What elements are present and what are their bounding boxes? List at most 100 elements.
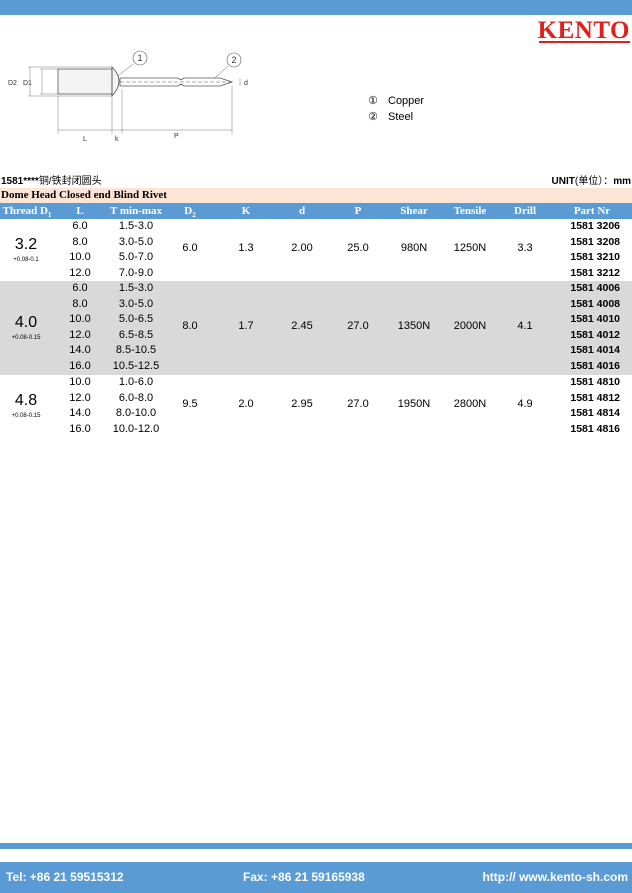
legend-number: ② (368, 110, 378, 123)
col-k: K (241, 205, 251, 217)
callout-2-number: 2 (232, 55, 237, 65)
p-label: P (174, 133, 179, 140)
cell-d2: 9.5 (182, 398, 198, 410)
cell-t: 1.5-3.0 (118, 220, 154, 232)
cell-part: 1581 4814 (570, 407, 620, 420)
cell-l: 6.0 (72, 220, 88, 232)
legend-label: Copper (388, 95, 425, 107)
cell-d2: 6.0 (182, 242, 198, 254)
d1-label: D1 (23, 80, 32, 87)
cell-part: 1581 4012 (570, 328, 620, 341)
legend-item-steel: ② Steel (368, 109, 424, 125)
legend-label: Steel (388, 111, 414, 123)
table-header: Thread D1 L T min-max D2 K d P Shear Ten… (0, 203, 632, 219)
cell-l: 10.0 (69, 376, 91, 388)
cell-d: 2.00 (291, 242, 313, 254)
footer: Tel: +86 21 59515312 Fax: +86 21 5916593… (0, 862, 632, 893)
group-4-0: 4.0 +0.08-0.15 6.0 1.5-3.0 1581 4006 8.0… (0, 281, 632, 375)
col-drill: Drill (514, 205, 536, 217)
legend-item-copper: ① Copper (368, 93, 424, 109)
cell-t: 8.5-10.5 (115, 344, 157, 357)
unit-text: UNIT (551, 176, 575, 187)
unit-value: mm (613, 176, 631, 187)
cell-t: 8.0-10.0 (115, 407, 157, 420)
table-row: 6.0 1.5-3.0 1581 4006 (0, 281, 632, 297)
cell-k: 1.7 (238, 320, 254, 332)
cell-tensile: 2000N (453, 320, 487, 332)
rivet-diagram: D2 D1 d L k P 1 2 (8, 50, 248, 143)
title-row: 1581****铜/铁封闭圆头 UNIT(单位）：mm (0, 172, 632, 187)
l-label: L (83, 136, 87, 143)
cell-l: 14.0 (69, 407, 91, 420)
cell-shear: 1950N (397, 398, 431, 410)
col-p: P (354, 205, 362, 217)
cell-part: 1581 4010 (570, 313, 620, 326)
cell-drill: 4.1 (517, 320, 533, 332)
cell-l: 10.0 (69, 251, 91, 264)
table-row: 12.0 7.0-9.0 1581 3212 (0, 266, 632, 282)
cell-t: 3.0-5.0 (118, 235, 154, 248)
rivet-body (57, 68, 113, 95)
cell-p: 27.0 (347, 398, 369, 410)
footer-fax: Fax: +86 21 59165938 (243, 870, 365, 884)
table-row: 8.0 3.0-5.0 1581 4008 (0, 297, 632, 313)
d2-label: D2 (8, 80, 17, 87)
cell-l: 16.0 (69, 422, 91, 435)
cell-drill: 4.9 (517, 398, 533, 410)
kento-logo: KENTO (537, 17, 630, 44)
product-name-cn: 铜/铁封闭圆头 (38, 176, 102, 187)
cell-part: 1581 4006 (570, 282, 620, 294)
cell-t: 5.0-6.5 (118, 313, 154, 326)
table-row: 6.0 1.5-3.0 1581 3206 (0, 219, 632, 235)
footer-website-link[interactable]: http:// www.kento-sh.com (482, 862, 628, 893)
cell-l: 8.0 (72, 235, 88, 248)
cell-part: 1581 3210 (570, 251, 620, 264)
cell-l: 12.0 (69, 266, 91, 279)
logo-underline (539, 41, 630, 43)
group-3-2: 3.2 +0.08-0.1 6.0 1.5-3.0 1581 3206 8.0 … (0, 219, 632, 281)
product-subtitle: Dome Head Closed end Blind Rivet (0, 188, 632, 203)
cell-shear: 980N (400, 242, 428, 254)
cell-t: 6.0-8.0 (118, 391, 154, 404)
callout-1-number: 1 (138, 53, 143, 63)
cell-k: 1.3 (238, 242, 254, 254)
cell-part: 1581 4810 (570, 376, 620, 388)
col-part: Part Nr (573, 205, 611, 217)
cell-k: 2.0 (238, 398, 254, 410)
cell-t: 10.5-12.5 (112, 360, 160, 372)
d-label: d (244, 80, 248, 87)
bottom-rule (0, 843, 632, 849)
cell-t: 7.0-9.0 (118, 266, 154, 279)
rivet-head (111, 66, 120, 98)
col-shear: Shear (400, 205, 428, 217)
col-l: L (76, 205, 84, 217)
cell-part: 1581 3208 (570, 235, 620, 248)
cell-l: 14.0 (69, 344, 91, 357)
table-row: 16.0 10.5-12.5 1581 4016 (0, 359, 632, 375)
cell-l: 12.0 (69, 328, 91, 341)
group-4-8: 4.8 +0.08-0.15 10.0 1.0-6.0 1581 4810 12… (0, 375, 632, 437)
legend-number: ① (368, 94, 378, 107)
table-row: 14.0 8.5-10.5 1581 4014 (0, 343, 632, 359)
cell-tensile: 2800N (453, 398, 487, 410)
cell-part: 1581 4816 (570, 422, 620, 435)
col-tensile: Tensile (453, 205, 487, 217)
cell-t: 10.0-12.0 (112, 422, 160, 435)
cell-l: 6.0 (72, 282, 88, 294)
cell-l: 10.0 (69, 313, 91, 326)
cell-t: 1.0-6.0 (118, 376, 154, 388)
top-bar (0, 0, 632, 15)
cell-tensile: 1250N (453, 242, 487, 254)
material-legend: ① Copper ② Steel (368, 93, 424, 125)
col-d: d (298, 205, 306, 217)
cell-part: 1581 4812 (570, 391, 620, 404)
cell-l: 16.0 (69, 360, 91, 372)
unit-text-cn: (单位）： (574, 176, 614, 187)
cell-d: 2.45 (291, 320, 313, 332)
unit-label: UNIT(单位）：mm (552, 172, 631, 187)
cell-part: 1581 3212 (570, 266, 620, 279)
cell-l: 8.0 (72, 297, 88, 310)
cell-p: 27.0 (347, 320, 369, 332)
cell-t: 1.5-3.0 (118, 282, 154, 294)
k-label: k (115, 136, 119, 143)
